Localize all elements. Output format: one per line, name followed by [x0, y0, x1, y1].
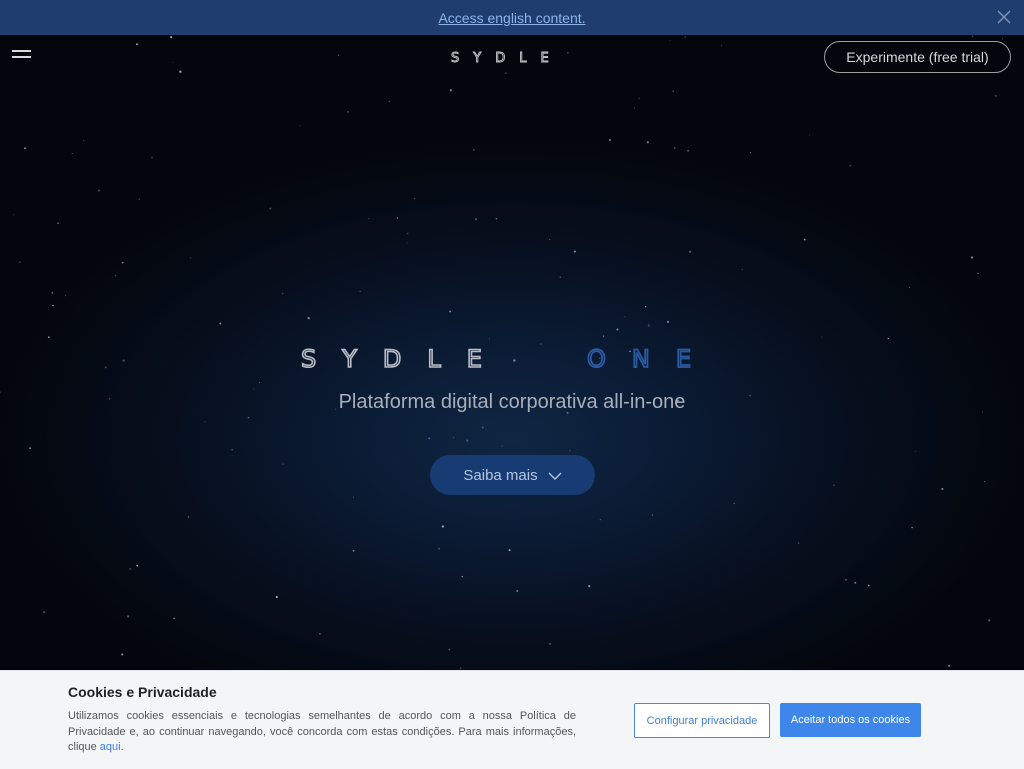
- hero-section: SYDLE Experimente (free trial) SYDLE ONE…: [0, 35, 1024, 768]
- language-banner: Access english content.: [0, 0, 1024, 35]
- free-trial-button[interactable]: Experimente (free trial): [824, 41, 1011, 73]
- accept-cookies-button[interactable]: Aceitar todos os cookies: [780, 703, 921, 737]
- learn-more-button[interactable]: Saiba mais: [430, 455, 595, 495]
- menu-icon[interactable]: [12, 50, 32, 62]
- configure-privacy-button[interactable]: Configurar privacidade: [634, 703, 770, 738]
- sydle-logo-icon: SYDLE: [451, 51, 563, 67]
- svg-text:SYDLE: SYDLE: [451, 51, 563, 64]
- logo-product: ONE: [587, 345, 717, 373]
- cookie-info-link[interactable]: aqui: [100, 741, 121, 753]
- sydle-one-logo: SYDLE ONE: [300, 344, 731, 380]
- header-logo[interactable]: SYDLE: [451, 50, 575, 69]
- access-english-link[interactable]: Access english content.: [438, 10, 585, 26]
- cookie-text: Utilizamos cookies essenciais e tecnolog…: [68, 710, 576, 753]
- cookie-banner: Cookies e Privacidade Utilizamos cookies…: [0, 670, 1024, 769]
- chevron-down-icon: [548, 467, 562, 484]
- learn-more-label: Saiba mais: [463, 466, 538, 484]
- close-icon[interactable]: [996, 9, 1012, 25]
- hero-tagline: Plataforma digital corporativa all-in-on…: [338, 391, 686, 413]
- cookie-title: Cookies e Privacidade: [68, 684, 217, 700]
- logo-word: SYDLE: [301, 345, 508, 373]
